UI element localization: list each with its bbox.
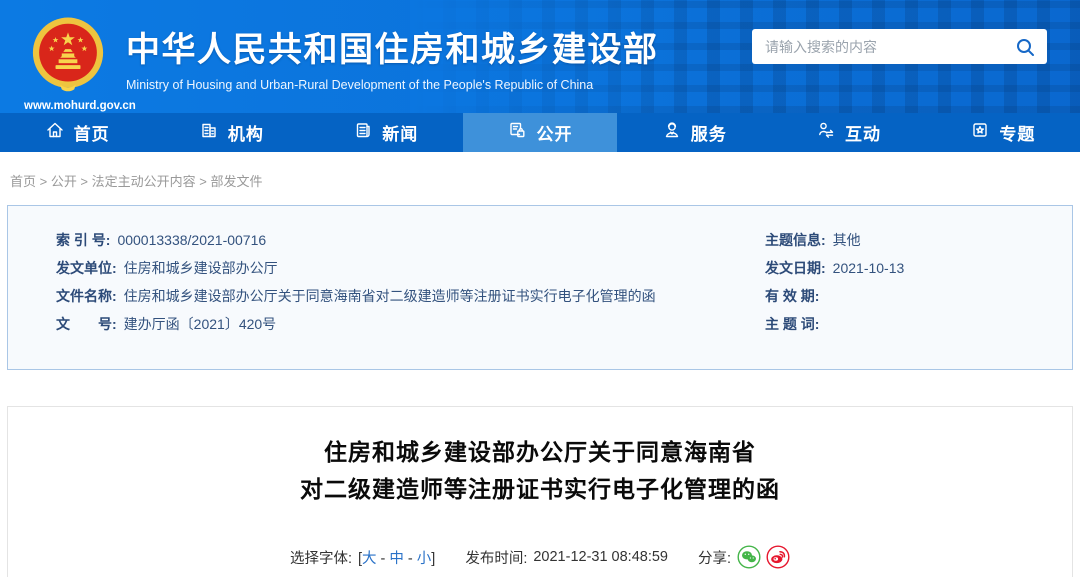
site-header: www.mohurd.gov.cn 中华人民共和国住房和城乡建设部 Minist… xyxy=(0,0,1080,113)
font-size-selector: 选择字体: [大 - 中 - 小] xyxy=(290,547,435,568)
publish-time: 发布时间: 2021-12-31 08:48:59 xyxy=(465,547,668,568)
search-input[interactable] xyxy=(765,38,1013,55)
info-row-index-number: 索 引 号: 000013338/2021-00716 xyxy=(56,231,708,249)
separator: - xyxy=(376,550,390,567)
publish-time-value: 2021-12-31 08:48:59 xyxy=(533,549,669,565)
info-row-keywords: 主 题 词: xyxy=(765,315,1072,333)
info-row-file-name: 文件名称: 住房和城乡建设部办公厅关于同意海南省对二级建造师等注册证书实行电子化管… xyxy=(56,287,708,305)
separator: - xyxy=(403,550,417,567)
close-bracket: ] xyxy=(431,550,436,567)
nav-item-topics[interactable]: 专题 xyxy=(926,113,1080,152)
info-label: 主题信息: xyxy=(765,232,826,248)
nav-item-interaction[interactable]: 互动 xyxy=(771,113,925,152)
nav-label: 机构 xyxy=(227,125,264,144)
info-row-issuing-unit: 发文单位: 住房和城乡建设部办公厅 xyxy=(56,259,708,277)
share-group: 分享: xyxy=(698,545,790,569)
info-label: 文件名称: xyxy=(56,288,117,304)
site-url: www.mohurd.gov.cn xyxy=(24,100,136,112)
info-row-doc-number: 文 号: 建办厅函〔2021〕420号 xyxy=(56,315,708,333)
info-value: 000013338/2021-00716 xyxy=(117,232,267,248)
article-title-line2: 对二级建造师等注册证书实行电子化管理的函 xyxy=(300,476,780,502)
info-label: 索 引 号: xyxy=(56,232,111,248)
publish-time-label: 发布时间: xyxy=(465,550,528,567)
news-icon xyxy=(353,120,373,145)
site-title-chinese: 中华人民共和国住房和城乡建设部 xyxy=(126,31,659,69)
search-icon[interactable] xyxy=(1013,35,1037,59)
nav-label: 互动 xyxy=(845,125,882,144)
building-icon xyxy=(199,120,219,145)
national-emblem-logo xyxy=(29,17,107,98)
font-size-small-link[interactable]: 小 xyxy=(417,551,432,567)
wechat-share-icon[interactable] xyxy=(737,545,761,569)
info-row-topic-info: 主题信息: 其他 xyxy=(765,231,1072,249)
info-label: 发文单位: xyxy=(56,260,117,276)
site-title-english: Ministry of Housing and Urban-Rural Deve… xyxy=(126,78,594,92)
article-box: 住房和城乡建设部办公厅关于同意海南省 对二级建造师等注册证书实行电子化管理的函 … xyxy=(7,406,1073,577)
info-label: 文 号: xyxy=(56,316,117,332)
document-lock-icon xyxy=(507,120,527,145)
font-size-medium-link[interactable]: 中 xyxy=(389,551,404,567)
info-value: 住房和城乡建设部办公厅 xyxy=(123,260,278,276)
info-label: 发文日期: xyxy=(765,260,826,276)
interaction-arrows-icon xyxy=(816,120,836,145)
service-person-icon xyxy=(662,120,682,145)
info-value: 住房和城乡建设部办公厅关于同意海南省对二级建造师等注册证书实行电子化管理的函 xyxy=(123,288,656,304)
info-row-issue-date: 发文日期: 2021-10-13 xyxy=(765,259,1072,277)
nav-item-service[interactable]: 服务 xyxy=(617,113,771,152)
info-value: 建办厅函〔2021〕420号 xyxy=(123,316,277,332)
info-value: 其他 xyxy=(832,232,861,248)
info-row-validity: 有 效 期: xyxy=(765,287,1072,305)
nav-item-org[interactable]: 机构 xyxy=(154,113,308,152)
share-label: 分享: xyxy=(698,550,732,567)
info-label: 有 效 期: xyxy=(765,288,820,304)
article-title: 住房和城乡建设部办公厅关于同意海南省 对二级建造师等注册证书实行电子化管理的函 xyxy=(8,434,1072,508)
star-badge-icon xyxy=(970,120,990,145)
nav-item-news[interactable]: 新闻 xyxy=(309,113,463,152)
nav-label: 服务 xyxy=(690,125,727,144)
font-selector-brackets: [大 - 中 - 小] xyxy=(358,547,435,568)
info-value: 2021-10-13 xyxy=(832,260,905,276)
nav-item-disclosure[interactable]: 公开 xyxy=(462,113,618,152)
weibo-share-icon[interactable] xyxy=(766,545,790,569)
nav-label: 公开 xyxy=(536,125,573,144)
nav-label: 首页 xyxy=(73,125,110,144)
nav-item-home[interactable]: 首页 xyxy=(0,113,154,152)
nav-label: 新闻 xyxy=(382,125,419,144)
main-nav: 首页 机构 新闻 公开 服务 互动 专题 xyxy=(0,113,1080,152)
breadcrumb[interactable]: 首页 > 公开 > 法定主动公开内容 > 部发文件 xyxy=(0,152,1080,205)
font-selector-label: 选择字体: xyxy=(289,550,352,567)
section-gap xyxy=(0,370,1080,406)
nav-label: 专题 xyxy=(999,125,1036,144)
home-icon xyxy=(45,120,65,145)
search-box xyxy=(752,29,1047,64)
font-size-large-link[interactable]: 大 xyxy=(362,551,377,567)
info-label: 主 题 词: xyxy=(765,316,820,332)
article-title-line1: 住房和城乡建设部办公厅关于同意海南省 xyxy=(324,439,756,465)
document-info-box: 索 引 号: 000013338/2021-00716 发文单位: 住房和城乡建设部… xyxy=(7,205,1073,370)
